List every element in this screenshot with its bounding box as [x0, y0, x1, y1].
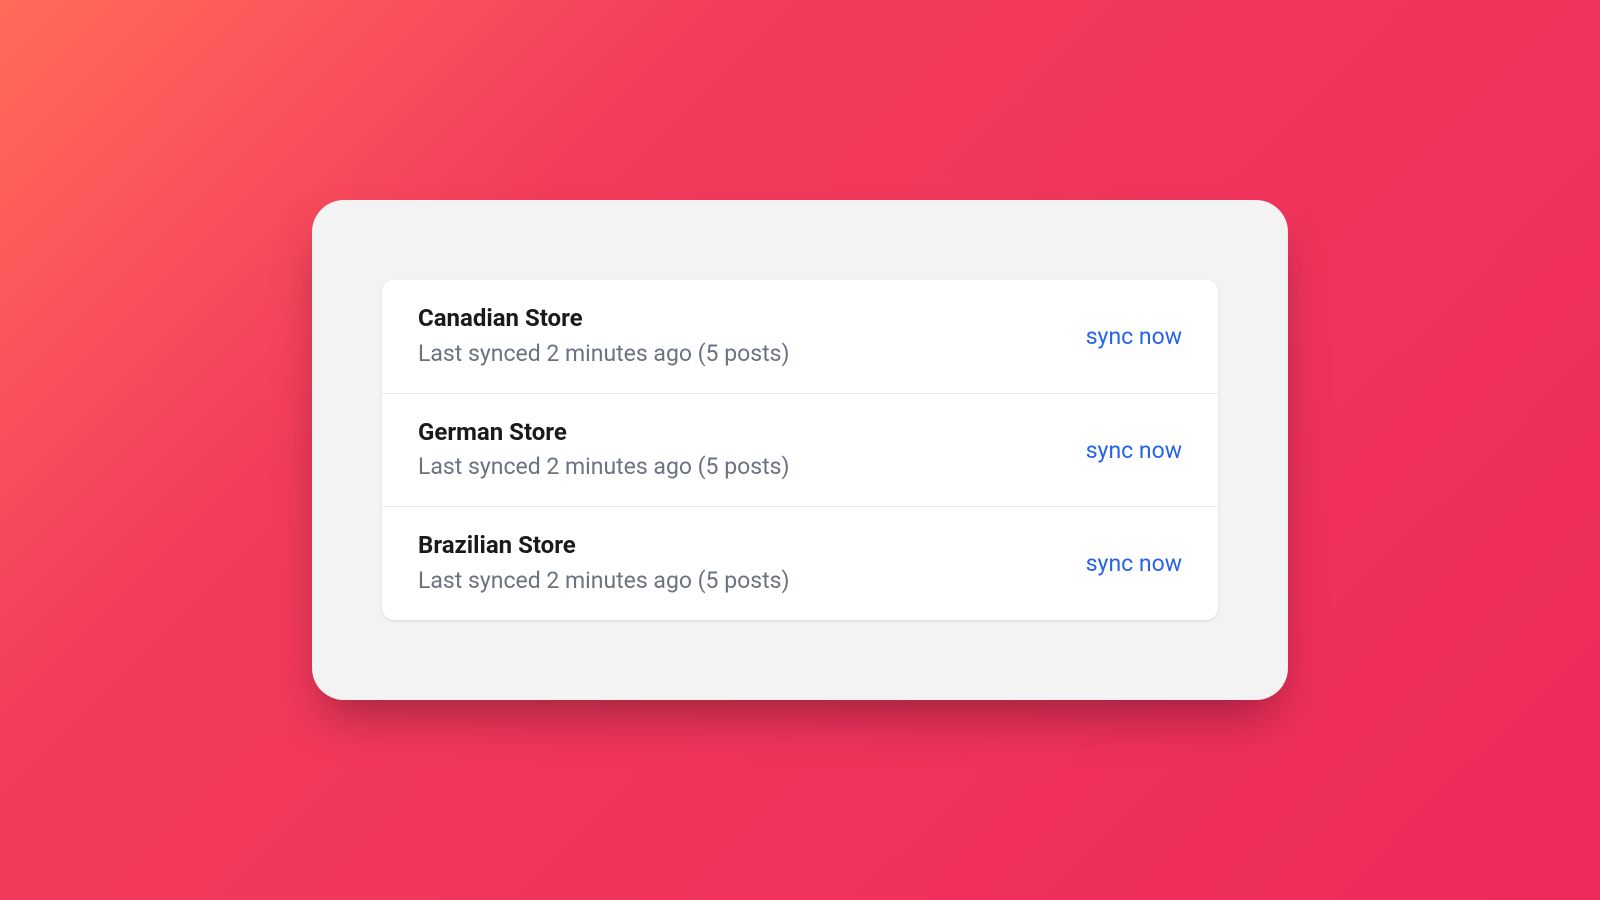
store-row: German Store Last synced 2 minutes ago (… [382, 394, 1218, 508]
store-name: Canadian Store [418, 304, 790, 333]
store-name: Brazilian Store [418, 531, 790, 560]
sync-now-link[interactable]: sync now [1086, 550, 1182, 577]
store-row: Canadian Store Last synced 2 minutes ago… [382, 280, 1218, 394]
store-info: German Store Last synced 2 minutes ago (… [418, 418, 790, 483]
store-row: Brazilian Store Last synced 2 minutes ag… [382, 507, 1218, 620]
store-sync-status: Last synced 2 minutes ago (5 posts) [418, 452, 790, 482]
store-info: Brazilian Store Last synced 2 minutes ag… [418, 531, 790, 596]
store-sync-status: Last synced 2 minutes ago (5 posts) [418, 566, 790, 596]
store-info: Canadian Store Last synced 2 minutes ago… [418, 304, 790, 369]
store-name: German Store [418, 418, 790, 447]
panel-container: Canadian Store Last synced 2 minutes ago… [312, 200, 1288, 700]
store-list-card: Canadian Store Last synced 2 minutes ago… [382, 280, 1218, 620]
sync-now-link[interactable]: sync now [1086, 323, 1182, 350]
sync-now-link[interactable]: sync now [1086, 437, 1182, 464]
store-sync-status: Last synced 2 minutes ago (5 posts) [418, 339, 790, 369]
